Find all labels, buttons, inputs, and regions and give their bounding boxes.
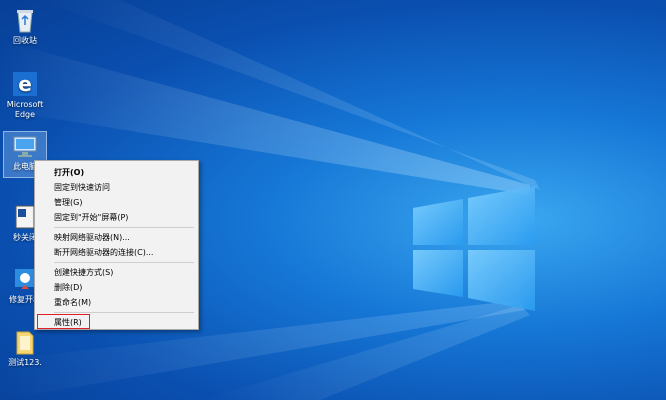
svg-text:e: e [18,72,32,96]
menu-separator [54,262,194,263]
desktop-icon-label: 测试123. [8,358,42,367]
menu-item-manage[interactable]: 管理(G) [35,195,198,210]
menu-item-pin-start[interactable]: 固定到"开始"屏幕(P) [35,210,198,225]
menu-item-create-shortcut[interactable]: 创建快捷方式(S) [35,265,198,280]
menu-separator [54,227,194,228]
computer-icon [11,132,39,160]
desktop-icon-label: Microsoft Edge [6,100,44,119]
desktop-icon-label: 回收站 [13,36,37,45]
highlight-box [37,314,90,329]
recycle-bin-icon [11,6,39,34]
menu-item-properties[interactable]: 属性(R) [35,314,198,330]
folder-icon [11,328,39,356]
menu-item-pin-quick-access[interactable]: 固定到快速访问 [35,180,198,195]
menu-item-rename[interactable]: 重命名(M) [35,295,198,310]
desktop-icon-edge[interactable]: e Microsoft Edge [4,70,46,120]
edge-icon: e [11,70,39,98]
menu-item-open[interactable]: 打开(O) [35,165,198,180]
windows-logo-icon [413,186,535,311]
menu-item-delete[interactable]: 删除(D) [35,280,198,295]
menu-item-disconnect-drive[interactable]: 断开网络驱动器的连接(C)... [35,245,198,260]
context-menu: 打开(O) 固定到快速访问 管理(G) 固定到"开始"屏幕(P) 映射网络驱动器… [34,160,199,330]
desktop-icon-folder[interactable]: 测试123. [4,328,46,368]
menu-item-map-drive[interactable]: 映射网络驱动器(N)... [35,230,198,245]
desktop-icon-recycle-bin[interactable]: 回收站 [4,6,46,46]
menu-separator [54,312,194,313]
